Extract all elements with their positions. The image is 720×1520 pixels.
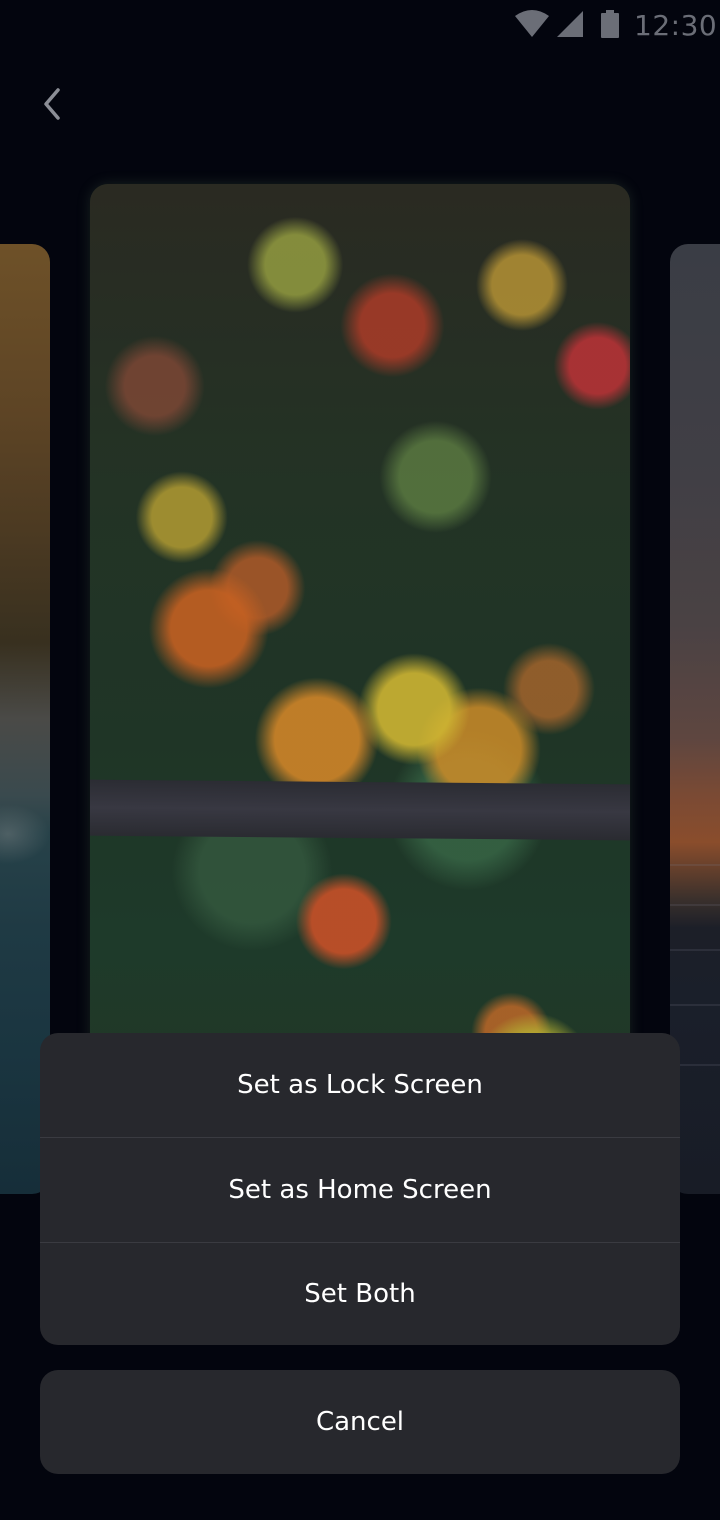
set-both-button[interactable]: Set Both [40,1243,680,1345]
status-bar: 12:30 [0,0,720,52]
wave-texture [0,804,50,864]
set-home-screen-button[interactable]: Set as Home Screen [40,1138,680,1242]
cancel-button[interactable]: Cancel [40,1370,680,1474]
signal-icon [556,10,584,42]
back-button[interactable] [28,80,76,128]
status-time: 12:30 [634,9,718,42]
wallpaper-action-sheet: Set as Lock Screen Set as Home Screen Se… [40,1033,680,1345]
wifi-icon [514,10,550,42]
chevron-left-icon [44,88,60,120]
battery-icon [600,10,620,44]
ripple [670,904,720,906]
ripple [670,1004,720,1006]
set-lock-screen-button[interactable]: Set as Lock Screen [40,1033,680,1137]
ripple [670,864,720,866]
ripple [670,949,720,951]
road-image [90,779,630,841]
wallpaper-preview-screen: 12:30 Set as Lock Screen Set as Home Scr… [0,0,720,1520]
